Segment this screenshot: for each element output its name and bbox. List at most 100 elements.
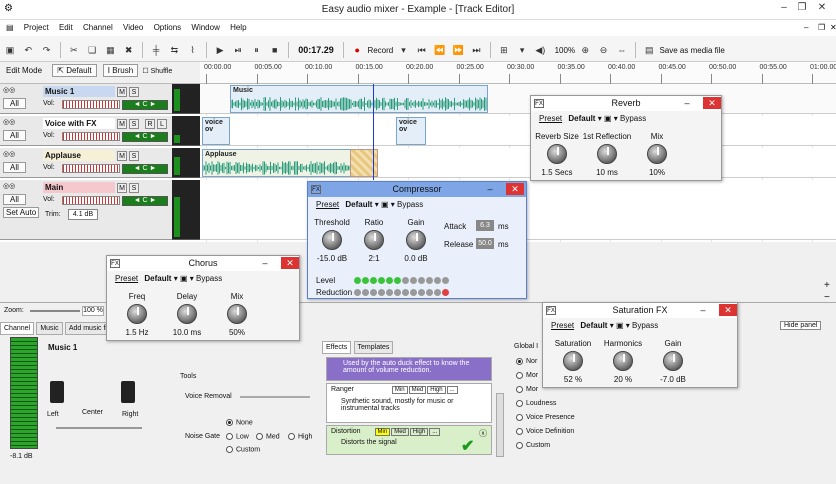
pause-icon[interactable]: ⏸ (251, 44, 263, 56)
distortion-high-button[interactable]: High (409, 428, 429, 436)
save-icon[interactable]: ▣ (616, 321, 624, 330)
track-name[interactable]: Voice with FX (43, 118, 115, 129)
minimize-icon[interactable]: – (259, 257, 271, 269)
bypass-label[interactable]: Bypass (196, 274, 222, 283)
clip-music[interactable]: Music (230, 85, 488, 113)
knob[interactable] (663, 351, 683, 371)
preset-select[interactable]: Default (144, 274, 171, 283)
bypass-label[interactable]: Bypass (632, 321, 658, 330)
tab-templates[interactable]: Templates (353, 341, 394, 354)
set-auto-button[interactable]: Set Auto (3, 207, 40, 218)
save-icon[interactable]: ▣ (180, 274, 188, 283)
release-value[interactable]: 50.0 (476, 238, 494, 249)
stop-icon[interactable]: ■ (269, 44, 281, 56)
clip-voice-2[interactable]: voice ov (396, 117, 426, 145)
pan-control[interactable]: ◄ C ► (122, 196, 168, 206)
envelope-icon[interactable]: ⌇ (187, 44, 199, 56)
zoom-out-icon[interactable]: ⊖ (598, 44, 610, 56)
timeline-ruler[interactable]: 00:00.00 00:05.00 00:10.00 00:15.00 00:20.00… (200, 62, 836, 84)
track-name[interactable]: Main (43, 182, 115, 193)
all-button[interactable]: All (3, 194, 26, 205)
all-button[interactable]: All (3, 130, 26, 141)
solo-button[interactable]: S (129, 183, 139, 193)
mute-button[interactable]: M (117, 87, 127, 97)
track-header-music-1[interactable]: ◎◎ All Music 1 M S Vol: ◄ C ► (0, 84, 172, 114)
preset-select[interactable]: Default (580, 321, 607, 330)
knob[interactable] (364, 230, 384, 250)
link-icon[interactable]: ◎◎ (3, 182, 41, 190)
balance-slider[interactable] (56, 427, 142, 429)
rewind-start-icon[interactable]: ⏮ (416, 44, 428, 56)
redo-icon[interactable]: ↷ (40, 44, 52, 56)
distortion-more-button[interactable]: ... (429, 428, 441, 436)
knob[interactable] (597, 144, 617, 164)
lane-applause[interactable]: Applause (200, 148, 836, 178)
hide-panel-button[interactable]: Hide panel (780, 321, 822, 330)
knob[interactable] (227, 304, 247, 324)
close-icon[interactable]: ✕ (814, 2, 830, 16)
global-option-voice-definition[interactable]: Voice Definition (516, 425, 575, 439)
tab-channel[interactable]: Channel (0, 322, 35, 335)
knob[interactable] (563, 351, 583, 371)
track-name[interactable]: Applause (43, 150, 115, 161)
copy-icon[interactable]: ❏ (86, 44, 98, 56)
minimize-icon[interactable]: – (681, 97, 693, 109)
track-header-voice[interactable]: ◎◎ All Voice with FX M S R L Vol: ◄ C ► (0, 116, 172, 146)
solo-button[interactable]: S (129, 151, 139, 161)
save-icon[interactable]: ▣ (4, 44, 16, 56)
noise-custom-radio[interactable]: Custom (226, 446, 260, 453)
ranger-more-button[interactable]: ... (446, 386, 458, 394)
effect-auto-duck[interactable]: Used by the auto duck effect to know the… (326, 357, 492, 381)
rewind-icon[interactable]: ⏪ (434, 44, 446, 56)
knob[interactable] (322, 230, 342, 250)
ranger-min-button[interactable]: Min (391, 386, 408, 394)
forward-end-icon[interactable]: ⏭ (470, 44, 482, 56)
track-header-main[interactable]: ◎◎ All Set Auto Main M S Vol: ◄ C ► Trim… (0, 180, 172, 240)
all-button[interactable]: All (3, 98, 26, 109)
track-header-applause[interactable]: ◎◎ All Applause M S Vol: ◄ C ► (0, 148, 172, 178)
playhead[interactable] (373, 84, 374, 180)
tab-music[interactable]: Music (36, 322, 63, 335)
knob[interactable] (613, 351, 633, 371)
noise-med-radio[interactable]: Med (256, 433, 280, 440)
noise-low-radio[interactable]: Low (226, 433, 249, 440)
link-icon[interactable]: ◎◎ (3, 86, 41, 94)
close-icon[interactable]: ✕ (281, 257, 299, 269)
paste-icon[interactable]: ▦ (104, 44, 116, 56)
knob[interactable] (547, 144, 567, 164)
reverb-titlebar[interactable]: FX Reverb – ✕ (531, 96, 721, 111)
zoom-value[interactable]: 100 % (82, 306, 104, 316)
record-button[interactable]: Record (367, 46, 393, 55)
shuffle-checkbox[interactable]: ☐ Shuffle (142, 68, 172, 75)
noise-none-radio[interactable]: None (226, 419, 253, 426)
pan-control[interactable]: ◄ C ► (122, 164, 168, 174)
menu-project[interactable]: Project (24, 20, 49, 36)
pan-control[interactable]: ◄ C ► (122, 132, 168, 142)
distortion-med-button[interactable]: Med (391, 428, 409, 436)
volume-slider[interactable] (62, 196, 120, 205)
zoom-plus-icon[interactable]: + (824, 280, 830, 291)
effect-ranger[interactable]: Ranger Min Med High... Synthetic sound, mo… (326, 383, 492, 423)
mute-button[interactable]: M (117, 119, 127, 129)
ranger-med-button[interactable]: Med (408, 386, 427, 394)
close-icon[interactable]: ✕ (719, 304, 737, 316)
record-arm-button[interactable]: R (145, 119, 155, 129)
preset-select[interactable]: Default (345, 200, 372, 209)
mdi-restore-icon[interactable]: ❐ (818, 20, 825, 36)
volume-slider[interactable] (62, 100, 120, 109)
delete-icon[interactable]: ✖ (123, 44, 135, 56)
grid-icon[interactable]: ⊞ (498, 44, 510, 56)
play-pause-icon[interactable]: ⏯ (232, 44, 244, 56)
cut-icon[interactable]: ✂ (68, 44, 80, 56)
mdi-minimize-icon[interactable]: – (804, 20, 808, 36)
brush-mode-button[interactable]: I Brush (102, 64, 139, 77)
chorus-titlebar[interactable]: FX Chorus – ✕ (107, 256, 299, 271)
record-icon[interactable]: ● (351, 44, 363, 56)
zoom-in-icon[interactable]: ⊕ (579, 44, 591, 56)
grid-dropdown-icon[interactable]: ▾ (516, 44, 528, 56)
restore-icon[interactable]: ❐ (794, 2, 810, 16)
clip-voice-1[interactable]: voice ov (202, 117, 230, 145)
all-button[interactable]: All (3, 162, 26, 173)
dropdown-icon[interactable]: ▾ (397, 44, 409, 56)
volume-slider[interactable] (62, 164, 120, 173)
